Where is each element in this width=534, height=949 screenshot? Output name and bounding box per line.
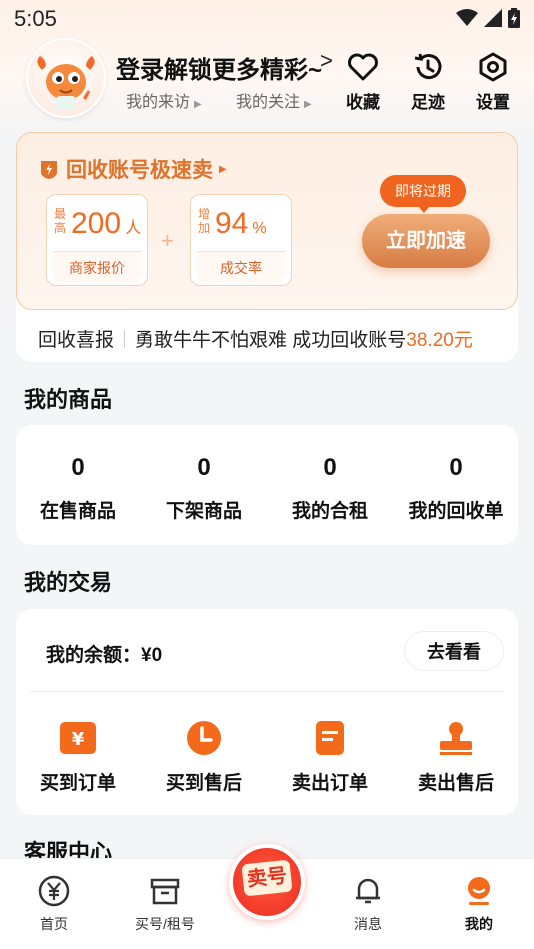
clock-icon	[187, 721, 221, 755]
recycle-ticker: 回收喜报 勇敢牛牛不怕艰难 成功回收账号 38.20元	[38, 325, 473, 352]
conversion-stat: 增加 94% 成交率	[190, 194, 292, 286]
conversion-prefix: 增加	[198, 207, 211, 235]
trade-section-title: 我的交易	[24, 570, 113, 595]
goods-label: 我的回收单	[408, 501, 504, 522]
recycle-title[interactable]: 回收账号极速卖 ▶	[38, 154, 227, 184]
battery-icon	[508, 8, 520, 28]
trade-label: 卖出售后	[417, 773, 494, 794]
sell-account-button[interactable]: 卖号	[229, 844, 305, 920]
visitors-label: 我的来访	[126, 94, 191, 111]
ticker-amount: 38.20元	[406, 330, 473, 351]
nav-profile[interactable]: 我的	[439, 874, 519, 934]
document-icon	[316, 721, 344, 755]
view-balance-button[interactable]: 去看看	[404, 631, 504, 671]
ticker-text: 勇敢牛牛不怕艰难 成功回收账号	[135, 330, 407, 351]
yen-circle-icon	[38, 875, 70, 907]
goods-recycle-orders[interactable]: 0 我的回收单	[396, 454, 516, 523]
quote-label: 商家报价	[53, 251, 141, 283]
trade-label: 买到售后	[165, 773, 242, 794]
visitors-link[interactable]: 我的来访 ▶	[126, 88, 202, 112]
quote-prefix: 最高	[54, 207, 67, 235]
lightning-shield-icon	[41, 161, 57, 179]
bell-icon	[356, 878, 380, 904]
profile-icon	[468, 877, 490, 905]
nav-label: 消息	[354, 916, 382, 932]
bought-after-sale[interactable]: 买到售后	[144, 720, 264, 795]
goods-count: 0	[449, 454, 463, 481]
expire-badge: 即将过期	[380, 175, 466, 213]
goods-off-shelf[interactable]: 0 下架商品	[144, 454, 264, 523]
history-button[interactable]: 足迹	[403, 52, 453, 113]
goods-count: 0	[323, 454, 337, 481]
quote-stat: 最高 200 人 商家报价	[46, 194, 148, 286]
signal-icon	[484, 9, 502, 27]
status-time: 5:05	[14, 6, 57, 31]
nav-home[interactable]: 首页	[14, 874, 94, 934]
favorites-label: 收藏	[346, 93, 380, 112]
divider	[30, 691, 504, 692]
settings-button[interactable]: 设置	[468, 52, 518, 113]
nav-label: 我的	[465, 916, 493, 932]
stamp-icon	[440, 722, 472, 755]
quote-unit: 人	[125, 220, 142, 237]
goods-label: 在售商品	[39, 501, 116, 522]
sell-label: 卖号	[241, 859, 293, 897]
goods-shared-rent[interactable]: 0 我的合租	[270, 454, 390, 523]
wifi-icon	[456, 9, 478, 26]
svg-text:¥: ¥	[72, 729, 85, 750]
yen-order-icon: ¥	[60, 722, 96, 754]
goods-count: 0	[197, 454, 211, 481]
triangle-right-icon: ▶	[304, 99, 312, 110]
goods-count: 0	[71, 454, 85, 481]
speed-up-button[interactable]: 立即加速	[362, 214, 490, 268]
crab-mascot-icon	[37, 56, 95, 110]
settings-label: 设置	[476, 93, 510, 112]
history-label: 足迹	[411, 93, 445, 112]
ticker-label: 回收喜报	[38, 330, 115, 351]
triangle-right-icon: ▶	[219, 163, 227, 175]
sold-orders[interactable]: 卖出订单	[270, 720, 390, 795]
login-prompt[interactable]: 登录解锁更多精彩~	[116, 50, 322, 85]
favorites-button[interactable]: 收藏	[338, 52, 388, 113]
nav-messages[interactable]: 消息	[328, 874, 408, 934]
trade-label: 买到订单	[39, 773, 116, 794]
goods-label: 我的合租	[291, 501, 368, 522]
triangle-right-icon: ▶	[194, 99, 202, 110]
trade-label: 卖出订单	[291, 773, 368, 794]
login-arrow-icon[interactable]: >	[320, 48, 333, 74]
goods-section-title: 我的商品	[24, 387, 113, 412]
gear-icon	[479, 52, 507, 82]
following-label: 我的关注	[236, 94, 301, 111]
box-icon	[150, 878, 180, 905]
status-bar: 5:05	[0, 0, 534, 36]
status-icons	[456, 8, 520, 28]
conversion-label: 成交率	[197, 251, 285, 283]
nav-label: 买号/租号	[135, 916, 195, 932]
recycle-title-text: 回收账号极速卖	[66, 159, 213, 182]
nav-label: 首页	[40, 916, 68, 932]
ticker-divider	[124, 329, 126, 348]
balance-text: 我的余额：¥0	[46, 645, 163, 666]
quote-value: 200	[71, 207, 122, 240]
heart-icon	[348, 53, 378, 81]
nav-buy-rent[interactable]: 买号/租号	[125, 874, 205, 934]
conversion-value: 94	[215, 207, 249, 240]
conversion-unit: %	[252, 220, 267, 237]
goods-on-sale[interactable]: 0 在售商品	[18, 454, 138, 523]
plus-sign: +	[161, 228, 174, 253]
goods-label: 下架商品	[165, 501, 242, 522]
following-link[interactable]: 我的关注 ▶	[236, 88, 312, 112]
history-icon	[414, 53, 442, 80]
bought-orders[interactable]: ¥ 买到订单	[18, 720, 138, 795]
sold-after-sale[interactable]: 卖出售后	[396, 720, 516, 795]
avatar[interactable]	[26, 38, 106, 118]
